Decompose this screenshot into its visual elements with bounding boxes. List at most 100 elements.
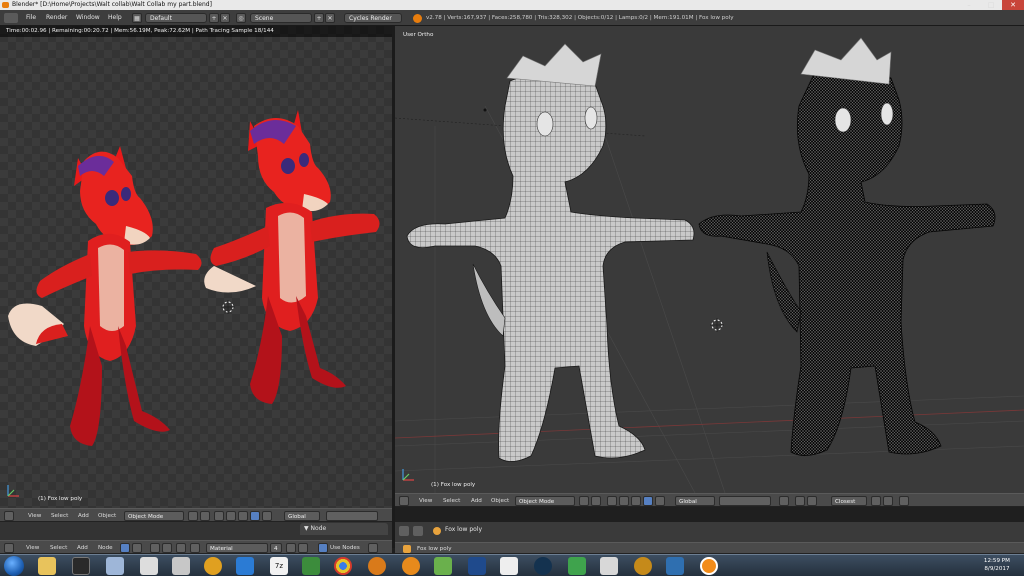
- menu-select[interactable]: Select: [50, 543, 67, 553]
- sphere-icon[interactable]: [176, 543, 186, 553]
- layout-dropdown[interactable]: Default: [145, 13, 207, 23]
- blender-taskbar-icon[interactable]: [700, 557, 718, 575]
- node-panel-tab[interactable]: ▼ Node: [300, 523, 388, 535]
- fake-user-icon[interactable]: [286, 543, 296, 553]
- layers-grid-icon[interactable]: [326, 511, 378, 521]
- scene-remove-button[interactable]: ✕: [325, 13, 335, 23]
- minimize-button[interactable]: –: [958, 0, 980, 10]
- new-material-icon[interactable]: [298, 543, 308, 553]
- menu-file[interactable]: File: [26, 13, 36, 23]
- scale-icon[interactable]: [643, 496, 653, 506]
- pivot-icon[interactable]: [591, 496, 601, 506]
- edge-icon[interactable]: [236, 557, 254, 575]
- app-icon[interactable]: [568, 557, 586, 575]
- media2-icon[interactable]: [666, 557, 684, 575]
- object-name[interactable]: Fox low poly: [445, 525, 482, 535]
- photoshop-icon[interactable]: [468, 557, 486, 575]
- scale-icon[interactable]: [250, 511, 260, 521]
- menu-view[interactable]: View: [419, 496, 432, 506]
- scene-icon[interactable]: ◎: [236, 13, 246, 23]
- menu-object[interactable]: Object: [491, 496, 509, 506]
- unity-icon[interactable]: [368, 557, 386, 575]
- menu-add[interactable]: Add: [471, 496, 482, 506]
- explorer-icon[interactable]: [38, 557, 56, 575]
- menu-add[interactable]: Add: [78, 511, 89, 521]
- menu-view[interactable]: View: [28, 511, 41, 521]
- transform-icon[interactable]: [262, 511, 272, 521]
- notes-icon[interactable]: [72, 557, 90, 575]
- pin-icon[interactable]: [368, 543, 378, 553]
- shading-icon[interactable]: [188, 511, 198, 521]
- manipulator-icon[interactable]: [607, 496, 617, 506]
- scene-add-button[interactable]: +: [314, 13, 324, 23]
- render-icon[interactable]: [871, 496, 881, 506]
- translate-icon[interactable]: [226, 511, 236, 521]
- menu-add[interactable]: Add: [77, 543, 88, 553]
- snap-toggle-icon[interactable]: [795, 496, 805, 506]
- menu-render[interactable]: Render: [46, 13, 67, 23]
- editor-type-icon[interactable]: [4, 511, 14, 521]
- area-divider[interactable]: [392, 26, 395, 548]
- steam-icon[interactable]: [534, 557, 552, 575]
- editor-type-icon[interactable]: [399, 496, 409, 506]
- menu-object[interactable]: Object: [98, 511, 116, 521]
- line-style-icon[interactable]: [162, 543, 172, 553]
- sevenzip-icon[interactable]: 7z: [270, 557, 288, 575]
- layers-grid-icon[interactable]: [719, 496, 771, 506]
- rotate-icon[interactable]: [631, 496, 641, 506]
- pivot-icon[interactable]: [200, 511, 210, 521]
- material-name-field[interactable]: Material: [206, 543, 268, 553]
- editor-type-icon[interactable]: [4, 13, 18, 23]
- browse-material-icon[interactable]: [190, 543, 200, 553]
- manipulator-icon[interactable]: [214, 511, 224, 521]
- render-engine-dropdown[interactable]: Cycles Render: [344, 13, 402, 23]
- firefox-icon[interactable]: [402, 557, 420, 575]
- close-button[interactable]: ✕: [1002, 0, 1024, 10]
- shading-icon[interactable]: [579, 496, 589, 506]
- game-icon[interactable]: [600, 557, 618, 575]
- media-icon[interactable]: [106, 557, 124, 575]
- snap-element-icon[interactable]: [807, 496, 817, 506]
- scene-dropdown[interactable]: Scene: [250, 13, 312, 23]
- link-icon[interactable]: [413, 526, 423, 536]
- menu-help[interactable]: Help: [108, 13, 122, 23]
- use-nodes-checkbox[interactable]: [318, 543, 328, 553]
- media-player-icon[interactable]: [500, 557, 518, 575]
- shader-type-icon[interactable]: [120, 543, 130, 553]
- mode-dropdown[interactable]: Object Mode: [515, 496, 575, 506]
- object-shader-icon[interactable]: [132, 543, 142, 553]
- headphones-icon[interactable]: [204, 557, 222, 575]
- render-anim-icon[interactable]: [883, 496, 893, 506]
- paint-icon[interactable]: [434, 557, 452, 575]
- menu-window[interactable]: Window: [76, 13, 100, 23]
- opengl-render-icon[interactable]: [899, 496, 909, 506]
- mode-dropdown[interactable]: Object Mode: [124, 511, 184, 521]
- menu-node[interactable]: Node: [98, 543, 113, 553]
- orientation-dropdown[interactable]: Global: [675, 496, 715, 506]
- doc-icon[interactable]: [140, 557, 158, 575]
- world-shader-icon[interactable]: [150, 543, 160, 553]
- properties-editor-icon[interactable]: [399, 526, 409, 536]
- material-users-count[interactable]: 4: [270, 543, 282, 553]
- tool-icon[interactable]: [302, 557, 320, 575]
- layout-add-button[interactable]: +: [209, 13, 219, 23]
- zbrush-icon[interactable]: [172, 557, 190, 575]
- maximize-button[interactable]: □: [980, 0, 1002, 10]
- layout-icon[interactable]: ▦: [132, 13, 142, 23]
- rendered-viewport[interactable]: Time:00:02.96 | Remaining:00:20.72 | Mem…: [0, 26, 392, 508]
- start-button[interactable]: [4, 556, 24, 576]
- editor-type-icon[interactable]: [4, 543, 14, 553]
- system-clock[interactable]: 12:59 PM 8/9/2017: [984, 557, 1010, 573]
- snap-target-dropdown[interactable]: Closest: [831, 496, 867, 506]
- translate-icon[interactable]: [619, 496, 629, 506]
- rotate-icon[interactable]: [238, 511, 248, 521]
- menu-view[interactable]: View: [26, 543, 39, 553]
- menu-select[interactable]: Select: [443, 496, 460, 506]
- chrome-icon[interactable]: [334, 557, 352, 575]
- menu-select[interactable]: Select: [51, 511, 68, 521]
- orientation-dropdown[interactable]: Global: [284, 511, 320, 521]
- layout-remove-button[interactable]: ✕: [220, 13, 230, 23]
- app2-icon[interactable]: [634, 557, 652, 575]
- wireframe-viewport[interactable]: User Ortho (1) Fox low poly: [395, 26, 1024, 493]
- transform-icon[interactable]: [655, 496, 665, 506]
